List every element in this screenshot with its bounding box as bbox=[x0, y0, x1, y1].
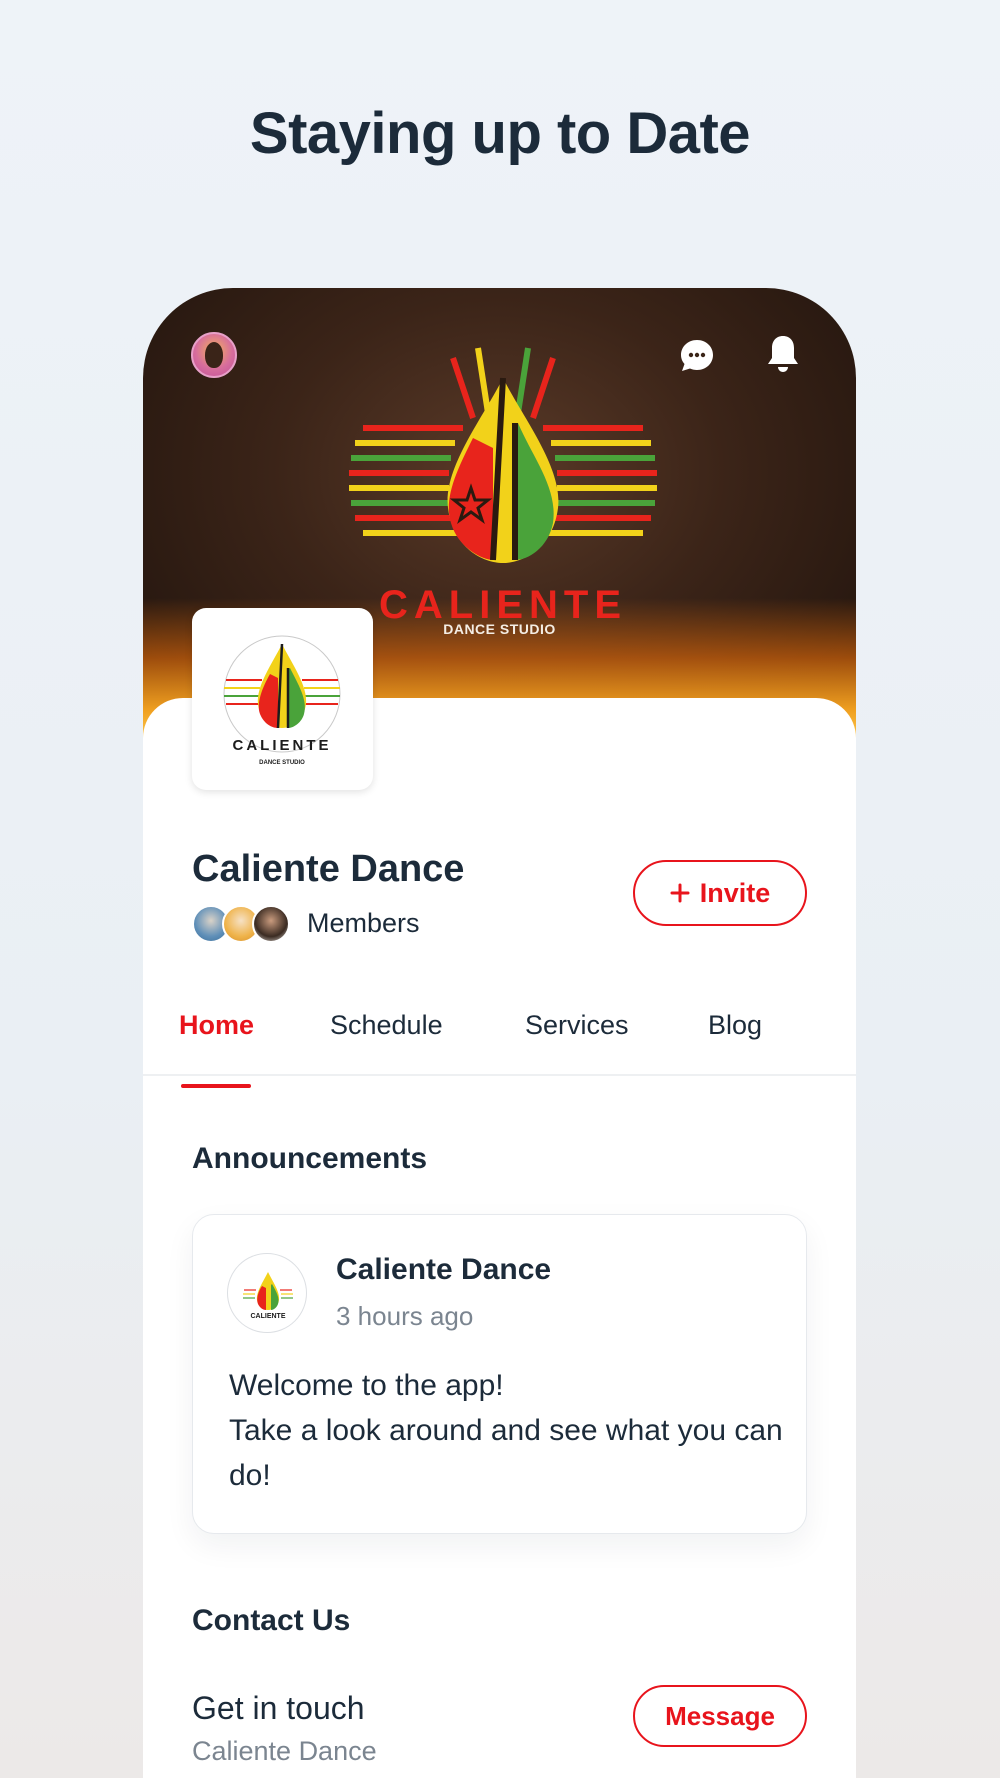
contact-subtitle: Caliente Dance bbox=[192, 1736, 377, 1766]
post-author: Caliente Dance bbox=[336, 1253, 552, 1286]
post-body: Welcome to the app! Take a look around a… bbox=[229, 1363, 789, 1498]
page-headline: Staying up to Date bbox=[249, 101, 751, 166]
contact-us-title: Contact Us bbox=[192, 1604, 351, 1637]
post-author-avatar: CALIENTE bbox=[227, 1253, 307, 1333]
svg-text:CALIENTE: CALIENTE bbox=[233, 737, 332, 754]
svg-text:CALIENTE: CALIENTE bbox=[251, 1313, 286, 1320]
members-label[interactable]: Members bbox=[307, 908, 420, 939]
member-avatars[interactable] bbox=[192, 905, 292, 945]
phone-screen: CALIENTE DANCE STUDIO CALIENTE DANCE STU… bbox=[143, 288, 856, 1778]
post-logo-icon: CALIENTE bbox=[243, 1272, 293, 1320]
bell-icon[interactable] bbox=[765, 334, 801, 374]
group-logo-card: CALIENTE DANCE STUDIO bbox=[192, 608, 373, 790]
svg-text:DANCE STUDIO: DANCE STUDIO bbox=[259, 760, 305, 766]
tab-schedule[interactable]: Schedule bbox=[330, 1010, 443, 1041]
post-timestamp: 3 hours ago bbox=[336, 1301, 474, 1331]
tab-services[interactable]: Services bbox=[525, 1010, 629, 1041]
active-tab-indicator bbox=[181, 1084, 251, 1088]
contact-heading: Get in touch bbox=[192, 1690, 365, 1726]
group-logo-icon: CALIENTE DANCE STUDIO bbox=[223, 635, 341, 766]
member-avatar bbox=[252, 905, 290, 943]
invite-button[interactable]: Invite bbox=[633, 860, 807, 926]
announcements-title: Announcements bbox=[192, 1142, 428, 1175]
post-line: Welcome to the app! bbox=[229, 1369, 504, 1402]
user-avatar[interactable] bbox=[191, 332, 237, 378]
invite-label: Invite bbox=[699, 877, 771, 908]
tab-bar: Home Schedule Services Blog bbox=[143, 988, 856, 1076]
tab-blog[interactable]: Blog bbox=[708, 1010, 762, 1041]
message-button[interactable]: Message bbox=[633, 1685, 807, 1747]
plus-icon bbox=[670, 883, 690, 903]
post-line: Take a look around and see what you can … bbox=[229, 1414, 783, 1492]
tab-home[interactable]: Home bbox=[179, 1010, 254, 1041]
cover-logo: CALIENTE bbox=[349, 347, 657, 627]
chat-icon[interactable] bbox=[678, 337, 716, 375]
announcement-card[interactable]: CALIENTE Caliente Dance 3 hours ago Welc… bbox=[192, 1214, 807, 1534]
group-name: Caliente Dance bbox=[192, 848, 465, 890]
